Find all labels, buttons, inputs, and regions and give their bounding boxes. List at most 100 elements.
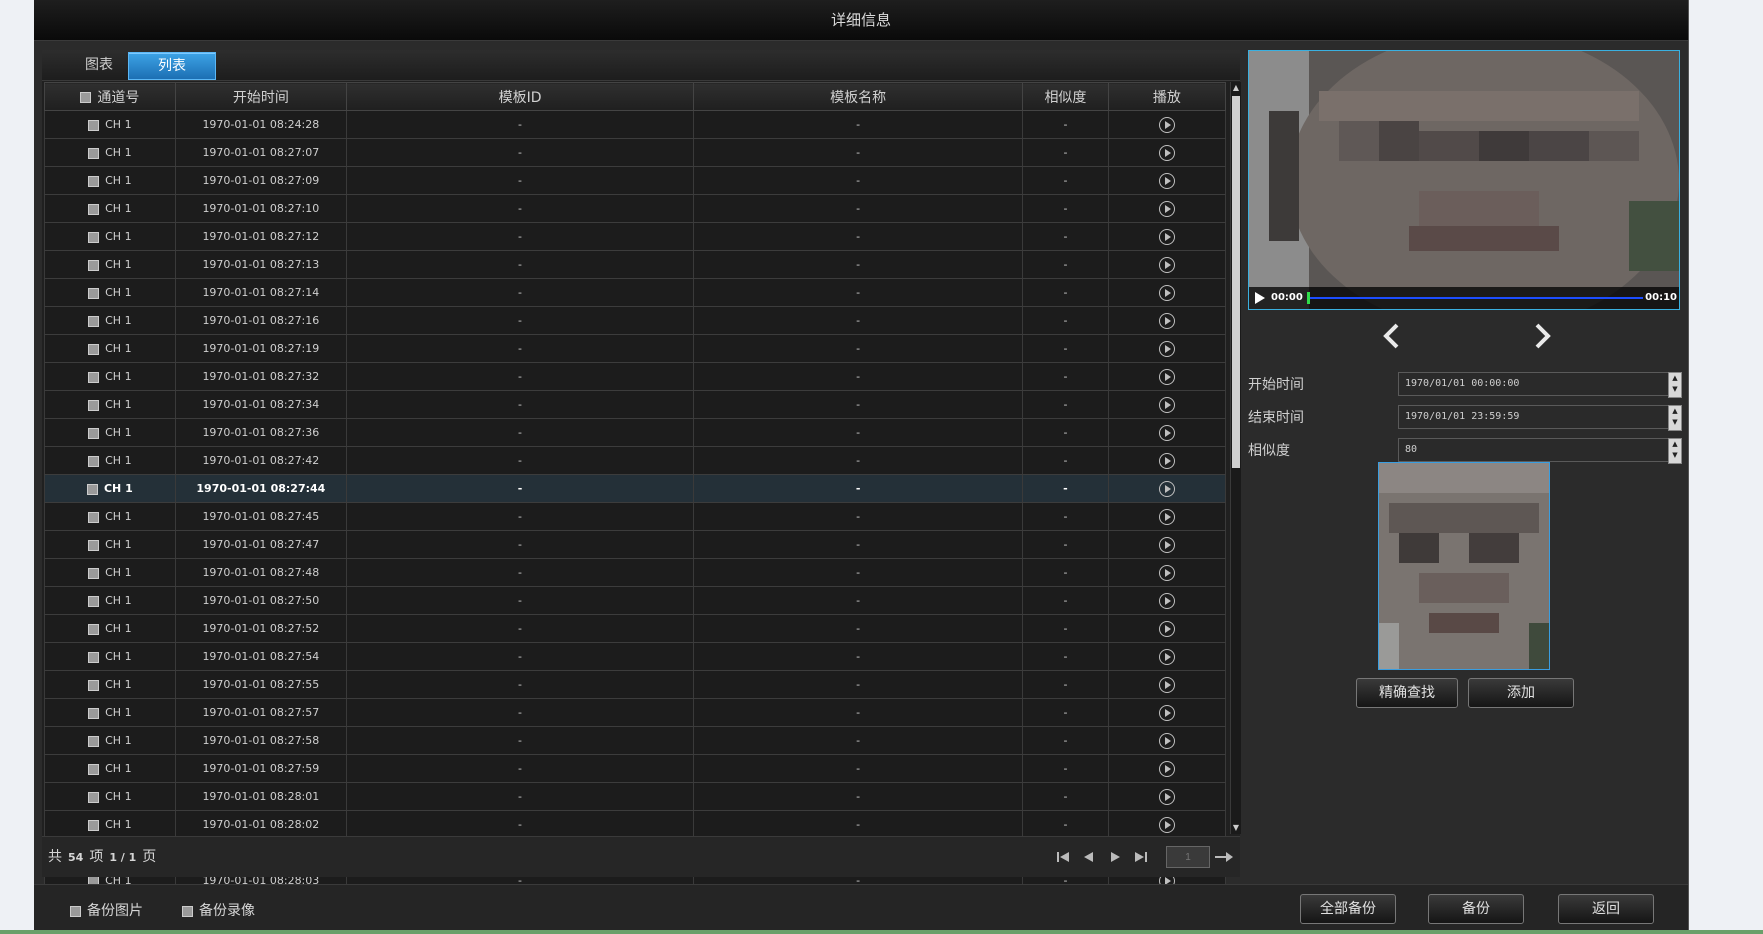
play-circle-icon[interactable] <box>1158 312 1175 329</box>
similarity-field[interactable]: 80 <box>1398 438 1670 462</box>
play-circle-icon[interactable] <box>1158 256 1175 273</box>
table-row[interactable]: CH 1 1970-01-01 08:28:02- - - <box>44 810 1227 839</box>
similarity-spinner[interactable]: ▲ ▼ <box>1668 438 1682 464</box>
play-circle-icon[interactable] <box>1158 620 1175 637</box>
table-row[interactable]: CH 1 1970-01-01 08:27:54- - - <box>44 642 1227 671</box>
scroll-up-icon[interactable]: ▲ <box>1231 82 1241 94</box>
play-circle-icon[interactable] <box>1158 480 1175 497</box>
last-page-icon[interactable] <box>1134 850 1148 864</box>
play-circle-icon[interactable] <box>1158 676 1175 693</box>
table-scrollbar[interactable]: ▲ ▼ <box>1230 82 1241 834</box>
play-circle-icon[interactable] <box>1158 172 1175 189</box>
backup-video-option[interactable]: 备份录像 <box>182 900 255 920</box>
table-row[interactable]: CH 1 1970-01-01 08:27:07- - - <box>44 138 1227 167</box>
table-row[interactable]: CH 1 1970-01-01 08:27:48- - - <box>44 558 1227 587</box>
row-checkbox[interactable] <box>88 735 100 747</box>
scrollbar-thumb[interactable] <box>1232 96 1240 468</box>
next-page-icon[interactable] <box>1108 850 1122 864</box>
play-circle-icon[interactable] <box>1158 284 1175 301</box>
table-row[interactable]: CH 1 1970-01-01 08:27:10- - - <box>44 194 1227 223</box>
table-row[interactable]: CH 1 1970-01-01 08:27:19- - - <box>44 334 1227 363</box>
play-circle-icon[interactable] <box>1158 340 1175 357</box>
spin-down-icon[interactable]: ▼ <box>1669 417 1681 428</box>
row-checkbox[interactable] <box>88 287 100 299</box>
backup-image-option[interactable]: 备份图片 <box>70 900 143 920</box>
table-row[interactable]: CH 1 1970-01-01 08:27:16- - - <box>44 306 1227 335</box>
row-checkbox[interactable] <box>88 651 100 663</box>
play-circle-icon[interactable] <box>1158 760 1175 777</box>
row-checkbox[interactable] <box>88 455 100 467</box>
table-row[interactable]: CH 1 1970-01-01 08:27:50- - - <box>44 586 1227 615</box>
row-checkbox[interactable] <box>88 231 100 243</box>
play-circle-icon[interactable] <box>1158 452 1175 469</box>
first-page-icon[interactable] <box>1056 850 1070 864</box>
table-row[interactable]: CH 1 1970-01-01 08:27:58- - - <box>44 726 1227 755</box>
row-checkbox[interactable] <box>88 259 100 271</box>
row-checkbox[interactable] <box>88 707 100 719</box>
table-row[interactable]: CH 1 1970-01-01 08:27:52- - - <box>44 614 1227 643</box>
table-row[interactable]: CH 1 1970-01-01 08:27:09- - - <box>44 166 1227 195</box>
end-time-field[interactable]: 1970/01/01 23:59:59 <box>1398 405 1670 429</box>
backup-all-button[interactable]: 全部备份 <box>1300 894 1396 924</box>
spin-up-icon[interactable]: ▲ <box>1669 439 1681 450</box>
row-checkbox[interactable] <box>88 679 100 691</box>
table-row[interactable]: CH 1 1970-01-01 08:27:14- - - <box>44 278 1227 307</box>
chevron-left-icon[interactable] <box>1378 320 1406 352</box>
row-checkbox[interactable] <box>88 175 100 187</box>
table-row[interactable]: CH 1 1970-01-01 08:27:32- - - <box>44 362 1227 391</box>
play-circle-icon[interactable] <box>1158 648 1175 665</box>
play-circle-icon[interactable] <box>1158 536 1175 553</box>
start-time-spinner[interactable]: ▲ ▼ <box>1668 372 1682 398</box>
play-circle-icon[interactable] <box>1158 200 1175 217</box>
play-circle-icon[interactable] <box>1158 732 1175 749</box>
table-row[interactable]: CH 1 1970-01-01 08:27:45- - - <box>44 502 1227 531</box>
table-row[interactable]: CH 1 1970-01-01 08:27:44- - - <box>44 474 1227 503</box>
row-checkbox[interactable] <box>88 511 100 523</box>
table-row[interactable]: CH 1 1970-01-01 08:28:01- - - <box>44 782 1227 811</box>
row-checkbox[interactable] <box>88 399 100 411</box>
row-checkbox[interactable] <box>88 791 100 803</box>
row-checkbox[interactable] <box>88 595 100 607</box>
backup-button[interactable]: 备份 <box>1428 894 1524 924</box>
row-checkbox[interactable] <box>88 147 100 159</box>
play-circle-icon[interactable] <box>1158 116 1175 133</box>
play-circle-icon[interactable] <box>1158 228 1175 245</box>
table-row[interactable]: CH 1 1970-01-01 08:24:28- - - <box>44 110 1227 139</box>
precise-search-button[interactable]: 精确查找 <box>1356 678 1458 708</box>
spin-down-icon[interactable]: ▼ <box>1669 384 1681 395</box>
row-checkbox[interactable] <box>88 371 100 383</box>
video-progress-track[interactable] <box>1309 297 1643 299</box>
column-header-channel[interactable]: 通道号 <box>44 82 176 111</box>
play-circle-icon[interactable] <box>1158 396 1175 413</box>
play-circle-icon[interactable] <box>1158 508 1175 525</box>
start-time-field[interactable]: 1970/01/01 00:00:00 <box>1398 372 1670 396</box>
row-checkbox[interactable] <box>88 343 100 355</box>
table-row[interactable]: CH 1 1970-01-01 08:27:36- - - <box>44 418 1227 447</box>
table-row[interactable]: CH 1 1970-01-01 08:27:12- - - <box>44 222 1227 251</box>
spin-up-icon[interactable]: ▲ <box>1669 406 1681 417</box>
row-checkbox[interactable] <box>86 483 98 495</box>
play-circle-icon[interactable] <box>1158 368 1175 385</box>
row-checkbox[interactable] <box>88 427 100 439</box>
play-circle-icon[interactable] <box>1158 704 1175 721</box>
table-row[interactable]: CH 1 1970-01-01 08:27:34- - - <box>44 390 1227 419</box>
go-page-arrow-icon[interactable] <box>1214 850 1234 864</box>
play-circle-icon[interactable] <box>1158 788 1175 805</box>
page-number-input[interactable] <box>1166 846 1210 868</box>
prev-page-icon[interactable] <box>1082 850 1096 864</box>
play-circle-icon[interactable] <box>1158 144 1175 161</box>
row-checkbox[interactable] <box>88 819 100 831</box>
play-circle-icon[interactable] <box>1158 816 1175 833</box>
backup-image-checkbox[interactable] <box>70 905 81 917</box>
back-button[interactable]: 返回 <box>1558 894 1654 924</box>
select-all-checkbox[interactable] <box>80 92 92 103</box>
table-row[interactable]: CH 1 1970-01-01 08:27:13- - - <box>44 250 1227 279</box>
chevron-right-icon[interactable] <box>1528 320 1556 352</box>
row-checkbox[interactable] <box>88 539 100 551</box>
spin-down-icon[interactable]: ▼ <box>1669 450 1681 461</box>
row-checkbox[interactable] <box>88 203 100 215</box>
row-checkbox[interactable] <box>88 763 100 775</box>
backup-video-checkbox[interactable] <box>182 905 193 917</box>
table-row[interactable]: CH 1 1970-01-01 08:27:57- - - <box>44 698 1227 727</box>
play-circle-icon[interactable] <box>1158 592 1175 609</box>
